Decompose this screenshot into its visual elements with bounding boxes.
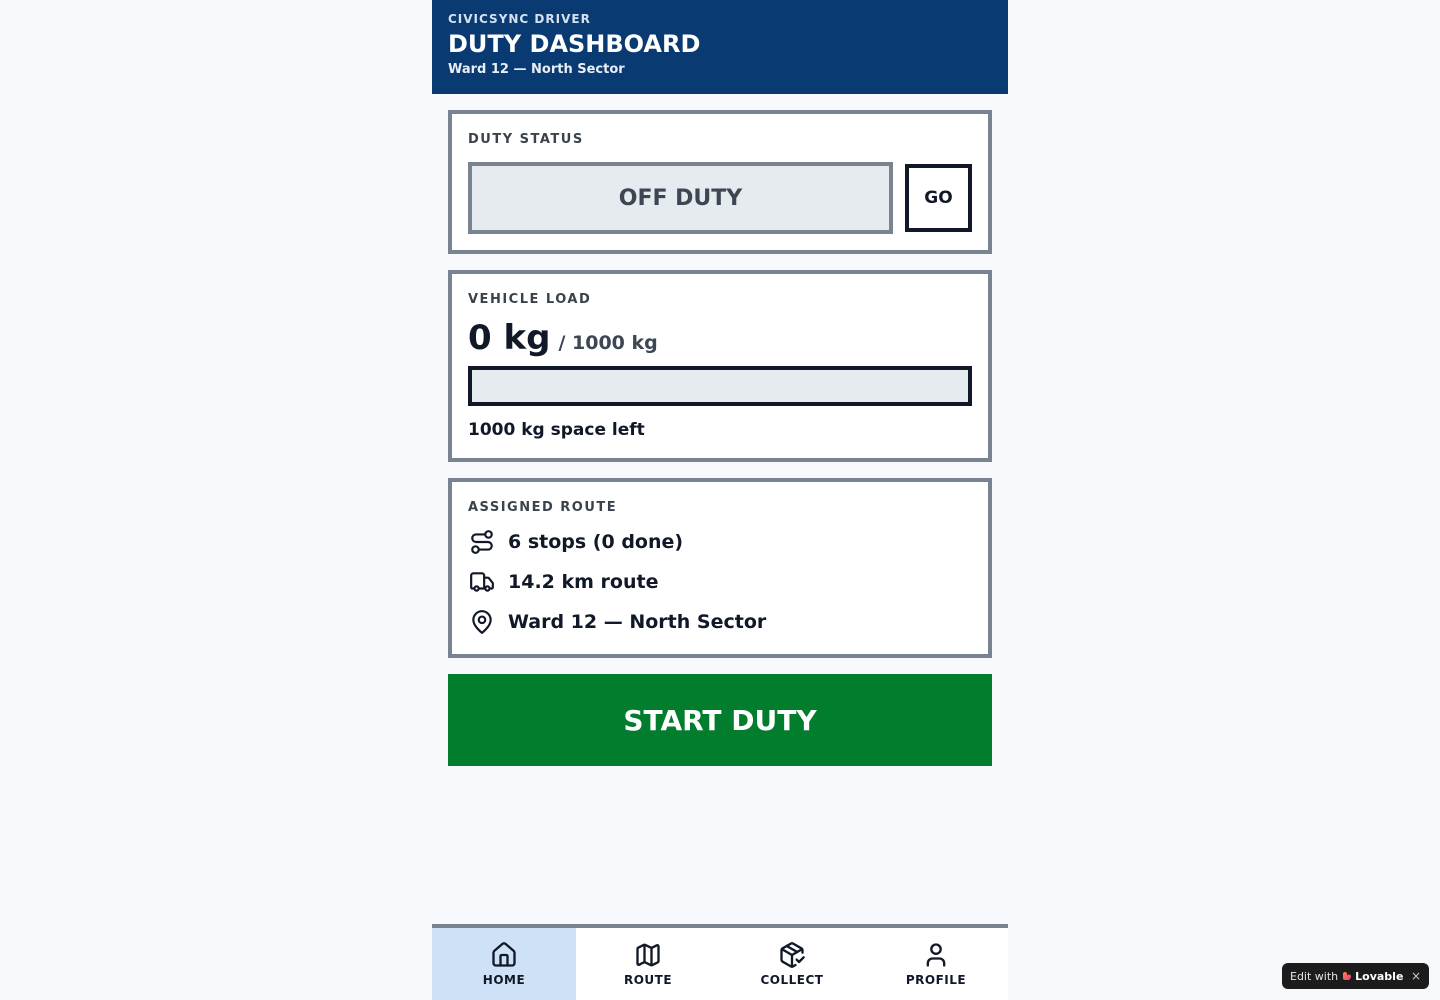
app-header: CIVICSYNC DRIVER DUTY DASHBOARD Ward 12 … <box>432 0 1008 94</box>
nav-collect[interactable]: COLLECT <box>720 928 864 1000</box>
route-icon <box>468 528 496 556</box>
load-progress-bar <box>468 366 972 406</box>
nav-route-label: ROUTE <box>623 973 673 987</box>
badge-brand: Lovable <box>1355 969 1404 983</box>
route-stops-text: 6 stops (0 done) <box>508 531 684 553</box>
edit-with-lovable-badge[interactable]: Edit with Lovable × <box>1282 963 1429 989</box>
app-name: CIVICSYNC DRIVER <box>448 12 591 26</box>
package-icon <box>778 941 806 969</box>
vehicle-load-label: VEHICLE LOAD <box>468 292 592 307</box>
driver-app: CIVICSYNC DRIVER DUTY DASHBOARD Ward 12 … <box>432 0 1008 1000</box>
map-icon <box>634 941 662 969</box>
user-icon <box>922 941 950 969</box>
duty-status-row: OFF DUTY GO <box>468 162 972 234</box>
load-current: 0 kg <box>468 318 551 358</box>
badge-prefix: Edit with <box>1290 969 1339 983</box>
nav-profile-label: PROFILE <box>905 973 967 987</box>
ward-subtitle: Ward 12 — North Sector <box>448 62 625 77</box>
assigned-route-card: ASSIGNED ROUTE 6 stops (0 done) 14.2 km … <box>448 478 992 658</box>
nav-collect-label: COLLECT <box>760 973 824 987</box>
vehicle-load-card: VEHICLE LOAD 0 kg / 1000 kg 1000 kg spac… <box>448 270 992 462</box>
nav-profile[interactable]: PROFILE <box>864 928 1008 1000</box>
route-details-list: 6 stops (0 done) 14.2 km route Ward 12 —… <box>468 522 972 642</box>
duty-status-card: DUTY STATUS OFF DUTY GO <box>448 110 992 254</box>
duty-status-label: DUTY STATUS <box>468 132 584 147</box>
bottom-nav: HOME ROUTE COLLECT PROFILE <box>432 924 1008 1000</box>
lovable-heart-icon <box>1343 972 1352 980</box>
map-pin-icon <box>468 608 496 636</box>
go-button[interactable]: GO <box>905 164 972 232</box>
route-stops-item: 6 stops (0 done) <box>468 522 972 562</box>
assigned-route-label: ASSIGNED ROUTE <box>468 500 618 515</box>
route-distance-text: 14.2 km route <box>508 571 659 593</box>
truck-icon <box>468 568 496 596</box>
space-left-text: 1000 kg space left <box>468 420 645 440</box>
load-value-row: 0 kg / 1000 kg <box>468 318 972 358</box>
nav-home-label: HOME <box>482 973 526 987</box>
start-duty-button[interactable]: START DUTY <box>448 674 992 766</box>
load-capacity: / 1000 kg <box>558 332 658 354</box>
duty-status-value: OFF DUTY <box>468 162 893 234</box>
nav-home[interactable]: HOME <box>432 928 576 1000</box>
page-title: DUTY DASHBOARD <box>448 30 701 58</box>
nav-route[interactable]: ROUTE <box>576 928 720 1000</box>
route-distance-item: 14.2 km route <box>468 562 972 602</box>
badge-close-icon[interactable]: × <box>1411 969 1421 983</box>
home-icon <box>490 941 518 969</box>
route-ward-text: Ward 12 — North Sector <box>508 611 767 633</box>
route-ward-item: Ward 12 — North Sector <box>468 602 972 642</box>
